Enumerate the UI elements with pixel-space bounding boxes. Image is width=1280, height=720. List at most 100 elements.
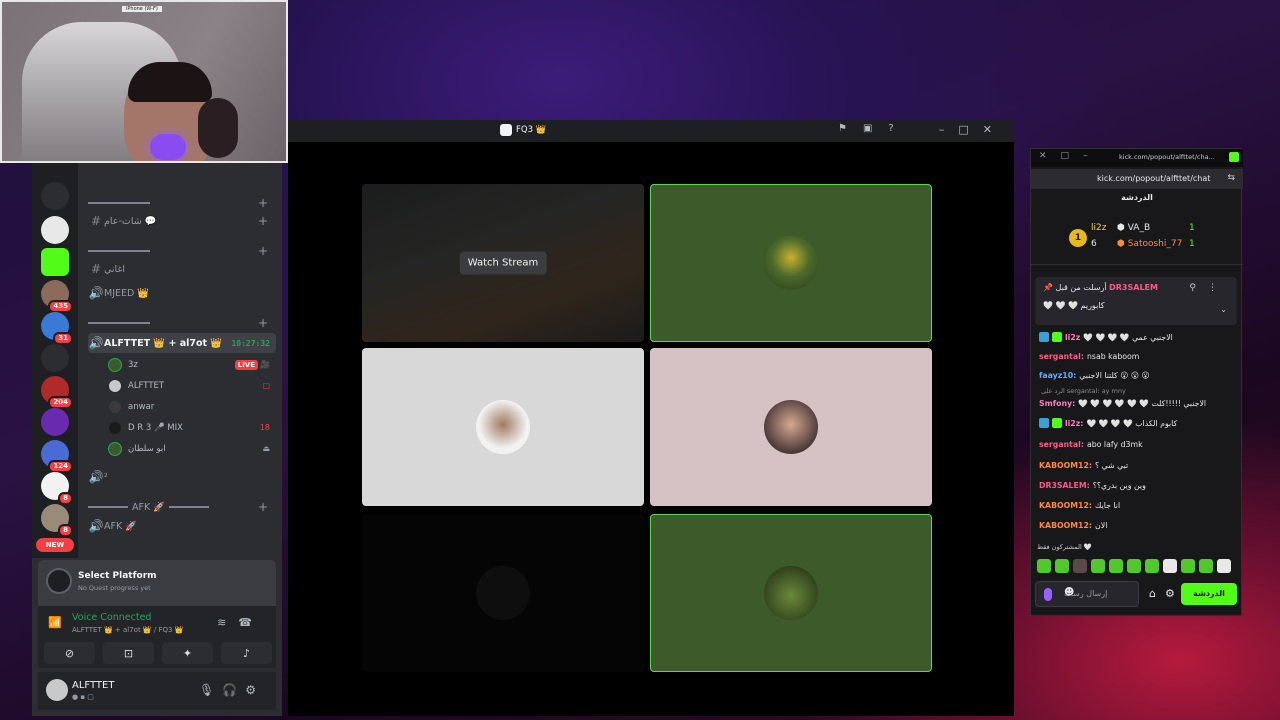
voice-channel-active[interactable]: 🔊 ALFTTET 👑 + al7ot 👑 10:27:32 [88,333,276,353]
camera-off-button[interactable]: ⊘ [44,642,95,664]
close-icon[interactable]: ✕ [1039,151,1061,161]
voice-user[interactable]: anwar [108,398,276,415]
chat-message[interactable]: Smfony: 🤍 🤍 🤍 🤍 🤍 🤍 الاجنبي !!!!!كلت [1039,395,1235,411]
server-icon[interactable] [41,216,69,244]
emote-icon[interactable] [1145,559,1159,573]
add-channel-icon[interactable]: + [258,244,268,258]
participant-tile[interactable] [650,514,932,672]
participant-tile[interactable] [362,514,644,672]
close-icon[interactable]: ✕ [983,123,1006,136]
voice-connected-label[interactable]: Voice Connected [72,612,151,623]
emote-icon[interactable] [1127,559,1141,573]
chevron-down-icon[interactable]: ⌄ [1220,305,1227,314]
maximize-icon[interactable]: □ [958,123,982,136]
chat-user[interactable]: KABOOM12: [1039,501,1092,510]
add-channel-icon[interactable]: + [258,196,268,210]
emote-icon[interactable] [1217,559,1231,573]
chat-user[interactable]: faayz10: [1039,371,1076,380]
chat-user[interactable]: sergantal: [1039,440,1084,449]
soundboard-button[interactable]: ♪ [221,642,272,664]
chat-user[interactable]: KABOOM12: [1039,461,1092,470]
voice-user[interactable]: D R 3 🎤 MIX 18 [108,419,276,436]
gifter[interactable]: li2z [1091,223,1106,233]
voice-channel-mjeed[interactable]: 🔊 MJEED 👑 [88,284,276,302]
quest-panel[interactable]: Select Platform No Quest progress yet [38,560,276,606]
activities-button[interactable]: ✦ [162,642,213,664]
avatar[interactable] [46,679,68,701]
category-header[interactable]: + [88,314,276,332]
username[interactable]: ALFTTET [72,680,114,691]
category-header[interactable]: + [88,242,276,260]
server-icon[interactable]: 31 [41,312,73,345]
headphones-icon[interactable]: 🎧 [222,683,245,697]
store-icon[interactable]: ⌂ [1149,587,1156,600]
add-channel-icon[interactable]: + [258,214,268,228]
screen-share-button[interactable]: ⊡ [103,642,154,664]
participant-tile[interactable] [650,348,932,506]
server-icon[interactable]: 204 [41,376,73,409]
emote-icon[interactable] [1037,559,1051,573]
category-header[interactable]: AFK 🚀 + [88,498,276,516]
pin-icon[interactable]: ⚲ [1189,283,1208,293]
channel-songs[interactable]: # اغاني [88,260,276,278]
chat-input[interactable]: إرسال رسالة ☻ [1035,581,1139,607]
server-icon[interactable]: 435 [41,280,73,313]
chat-user[interactable]: sergantal: [1039,352,1084,361]
minimize-icon[interactable]: – [939,123,959,136]
server-icon[interactable] [41,408,69,436]
inbox-icon[interactable]: ▣ [863,123,888,134]
emoji-icon[interactable]: ☻ [1064,587,1130,598]
server-icon[interactable] [41,182,69,210]
flag-icon[interactable]: ⚑ [838,123,863,134]
more-icon[interactable]: ⋮ [1208,283,1229,293]
pinned-message[interactable]: 📌 أرسلت من قبل DR3SALEM 🤍 🤍 🤍 كابوريم ⚲⋮… [1035,277,1237,325]
maximize-icon[interactable]: □ [1061,151,1084,161]
stream-tile[interactable]: Watch Stream [362,184,644,342]
chat-message[interactable]: sergantal: abo lafy d3mk [1039,436,1235,452]
microphone-icon[interactable] [1044,588,1052,601]
server-icon[interactable] [41,344,69,372]
chat-message[interactable]: li2z 🤍 🤍 🤍 🤍 الاجنبي عمي [1039,329,1235,345]
chat-user[interactable]: li2z [1065,333,1080,342]
participant-tile[interactable] [650,184,932,342]
server-icon[interactable]: 124 [41,440,73,473]
gear-icon[interactable]: ⚙ [245,683,264,697]
kick-server-icon[interactable] [41,248,69,276]
gear-icon[interactable]: ⚙ [1165,587,1175,600]
chat-user[interactable]: li2z: [1065,419,1083,428]
participant-tile[interactable] [362,348,644,506]
emote-icon[interactable] [1091,559,1105,573]
disconnect-icon[interactable]: ☎ [238,616,264,629]
chat-message[interactable]: li2z: 🤍 🤍 🤍 🤍 كابوم الكذاب [1039,415,1235,431]
chat-user[interactable]: Smfony: [1039,399,1075,408]
server-icon[interactable]: 8 [41,472,73,505]
voice-user[interactable]: ALFTTET ▢ [108,377,276,394]
emote-icon[interactable] [1181,559,1195,573]
server-icon[interactable]: 8 [41,504,73,537]
emote-icon[interactable] [1163,559,1177,573]
voice-channel-path[interactable]: ALFTTET 👑 + al7ot 👑 / FQ3 👑 [72,626,183,634]
settings-sliders-icon[interactable]: ⇆ [1227,173,1235,183]
chat-message[interactable]: KABOOM12: الان [1039,517,1235,533]
emote-icon[interactable] [1073,559,1087,573]
gifter[interactable]: ⬢ VA_B [1117,223,1150,233]
emote-icon[interactable] [1199,559,1213,573]
chat-message[interactable]: sergantal: nsab kaboom [1039,348,1235,364]
voice-channel-afk[interactable]: 🔊 AFK 🚀 [88,517,276,535]
chat-user[interactable]: DR3SALEM: [1039,481,1090,490]
chat-message[interactable]: DR3SALEM: وين وين بدري؟؟ [1039,477,1235,493]
voice-user[interactable]: ابو سلطان ⏏ [108,440,276,457]
category-header[interactable]: + [88,194,276,212]
voice-channel[interactable]: 🔊 ² [88,468,276,486]
send-chat-button[interactable]: الدردشة [1181,583,1237,605]
chat-message[interactable]: KABOOM12: انا جايك [1039,497,1235,513]
gifter[interactable]: ⬢ Satooshi_77 [1117,239,1182,249]
add-channel-icon[interactable]: + [258,500,268,514]
add-channel-icon[interactable]: + [258,316,268,330]
emote-icon[interactable] [1109,559,1123,573]
chat-message[interactable]: faayz10: كلتنا الاجنبي 😮 😮 😮 [1039,367,1235,383]
help-icon[interactable]: ? [888,123,909,134]
watch-stream-button[interactable]: Watch Stream [459,251,547,275]
address-bar[interactable]: kick.com/popout/alfttet/chat ⇆ [1031,169,1243,189]
emote-icon[interactable] [1055,559,1069,573]
